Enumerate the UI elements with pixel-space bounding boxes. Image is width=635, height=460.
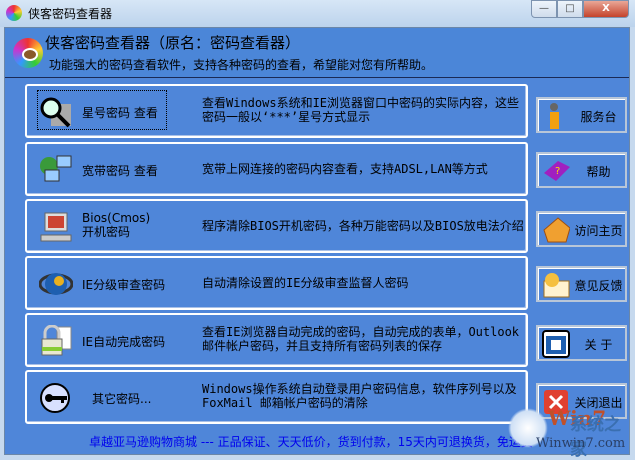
row-ie-content-advisor[interactable]: IE分级审查密码 自动清除设置的IE分级审查监督人密码 [25, 256, 528, 310]
window-title: 侠客密码查看器 [28, 7, 113, 21]
close-exit-button[interactable]: 关闭退出 [536, 383, 627, 419]
help-book-icon: ? [542, 157, 570, 185]
row-asterisk-password[interactable]: 星号密码 查看 查看Windows系统和IE浏览器窗口中密码的实际内容，这些密码… [25, 84, 528, 138]
person-icon [542, 102, 570, 130]
mail-icon [542, 271, 570, 299]
app-icon [6, 5, 22, 21]
visit-homepage-button[interactable]: 访问主页 [536, 211, 627, 247]
magnifier-icon [39, 96, 73, 128]
ie-icon [38, 268, 74, 300]
row-label: IE自动完成密码 [82, 335, 166, 349]
row-ie-autocomplete[interactable]: IE自动完成密码 查看IE浏览器自动完成的密码，自动完成的表单，Outlook邮… [25, 313, 528, 367]
home-icon [542, 216, 571, 244]
about-button[interactable]: 关 于 [536, 325, 627, 361]
svg-text:?: ? [555, 166, 560, 177]
row-label-line1: Bios(Cmos) [82, 211, 151, 225]
key-icon [39, 382, 73, 414]
amazon-promo-link[interactable]: 卓越亚马逊购物商城 --- 正品保证、天天低价，货到付款，15天内可退换货，免运… [89, 433, 533, 450]
row-label: IE分级审查密码 [82, 278, 166, 292]
button-label: 关 于 [584, 338, 613, 352]
button-label: 服务台 [580, 110, 617, 124]
button-label: 访问主页 [574, 224, 623, 238]
lock-icon [39, 324, 73, 357]
maximize-button[interactable]: □ [557, 0, 583, 18]
service-desk-button[interactable]: 服务台 [536, 97, 627, 133]
header-subtitle: 功能强大的密码查看软件，支持各种密码的查看，希望能对您有所帮助。 [49, 58, 434, 72]
row-label: 宽带密码 查看 [82, 164, 158, 178]
feedback-button[interactable]: 意见反馈 [536, 266, 627, 302]
row-label: 星号密码 查看 [82, 106, 158, 120]
header-title: 侠客密码查看器（原名：密码查看器） [45, 34, 301, 52]
help-button[interactable]: ? 帮助 [536, 152, 627, 188]
title-bar: 侠客密码查看器 — □ X [0, 0, 635, 27]
header-banner: 侠客密码查看器（原名：密码查看器） 功能强大的密码查看软件，支持各种密码的查看，… [5, 28, 629, 78]
minimize-button[interactable]: — [531, 0, 557, 18]
row-description: 自动清除设置的IE分级审查监督人密码 [202, 276, 409, 290]
close-x-icon [542, 388, 570, 416]
row-label-line2: 开机密码 [82, 225, 131, 239]
close-button[interactable]: X [583, 0, 629, 18]
row-description: Windows操作系统自动登录用户密码信息，软件序列号以及FoxMail 邮箱帐… [202, 382, 517, 410]
row-bios-password[interactable]: Bios(Cmos) 开机密码 程序清除BIOS开机密码，各种万能密码以及BIOS… [25, 199, 528, 253]
eye-logo-icon [13, 38, 43, 68]
network-icon [39, 154, 73, 186]
row-label: Bios(Cmos) 开机密码 [82, 211, 150, 239]
row-description: 宽带上网连接的密码内容查看，支持ADSL,LAN等方式 [202, 162, 488, 176]
button-label: 关闭退出 [574, 396, 623, 410]
computer-icon [39, 211, 73, 243]
row-description: 查看Windows系统和IE浏览器窗口中密码的实际内容，这些密码一般以‘***’… [202, 96, 520, 124]
row-description: 程序清除BIOS开机密码，各种万能密码以及BIOS放电法介绍 [202, 219, 524, 233]
button-label: 意见反馈 [574, 279, 623, 293]
about-icon [542, 330, 570, 358]
row-description: 查看IE浏览器自动完成的密码，自动完成的表单，Outlook邮件帐户密码，并且支… [202, 325, 520, 353]
client-area: 侠客密码查看器（原名：密码查看器） 功能强大的密码查看软件，支持各种密码的查看，… [4, 27, 630, 455]
row-broadband-password[interactable]: 宽带密码 查看 宽带上网连接的密码内容查看，支持ADSL,LAN等方式 [25, 142, 528, 196]
row-label: 其它密码... [92, 392, 152, 406]
button-label: 帮助 [586, 165, 611, 179]
row-other-passwords[interactable]: 其它密码... Windows操作系统自动登录用户密码信息，软件序列号以及Fox… [25, 370, 528, 424]
